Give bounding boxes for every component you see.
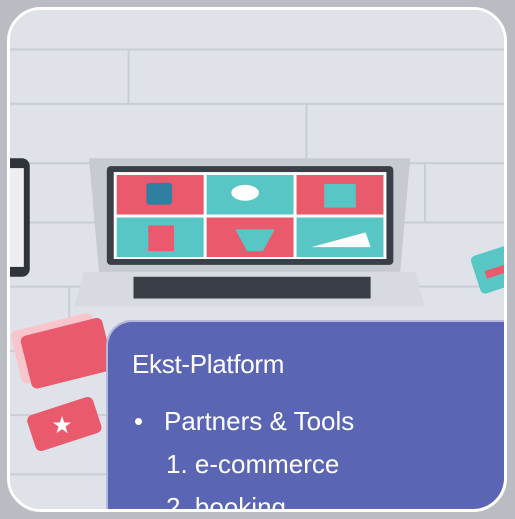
tablet-icon xyxy=(10,158,30,277)
overlay-title: Ekst-Platform xyxy=(132,349,285,379)
laptop-icon xyxy=(74,158,425,307)
bullet-label: Partners & Tools xyxy=(164,406,355,436)
sub-item-ecommerce: 1. e-commerce xyxy=(166,449,340,479)
phone-glyph xyxy=(146,182,173,205)
gift-glyph xyxy=(324,183,356,208)
info-overlay: Ekst-Platform • Partners & Tools 1. e-com… xyxy=(106,320,504,512)
bullet-item: • Partners & Tools xyxy=(134,406,354,437)
sub-item-booking: 2. booking xyxy=(166,492,286,512)
mirror-glyph xyxy=(231,184,259,201)
svg-text:★: ★ xyxy=(51,413,72,439)
bullet-dot: • xyxy=(134,406,144,436)
content-card: ★ Ekst-Platform • Partners & Tools 1. e-c… xyxy=(7,7,507,512)
keyboard xyxy=(133,276,371,299)
drawer-glyph xyxy=(148,225,175,252)
